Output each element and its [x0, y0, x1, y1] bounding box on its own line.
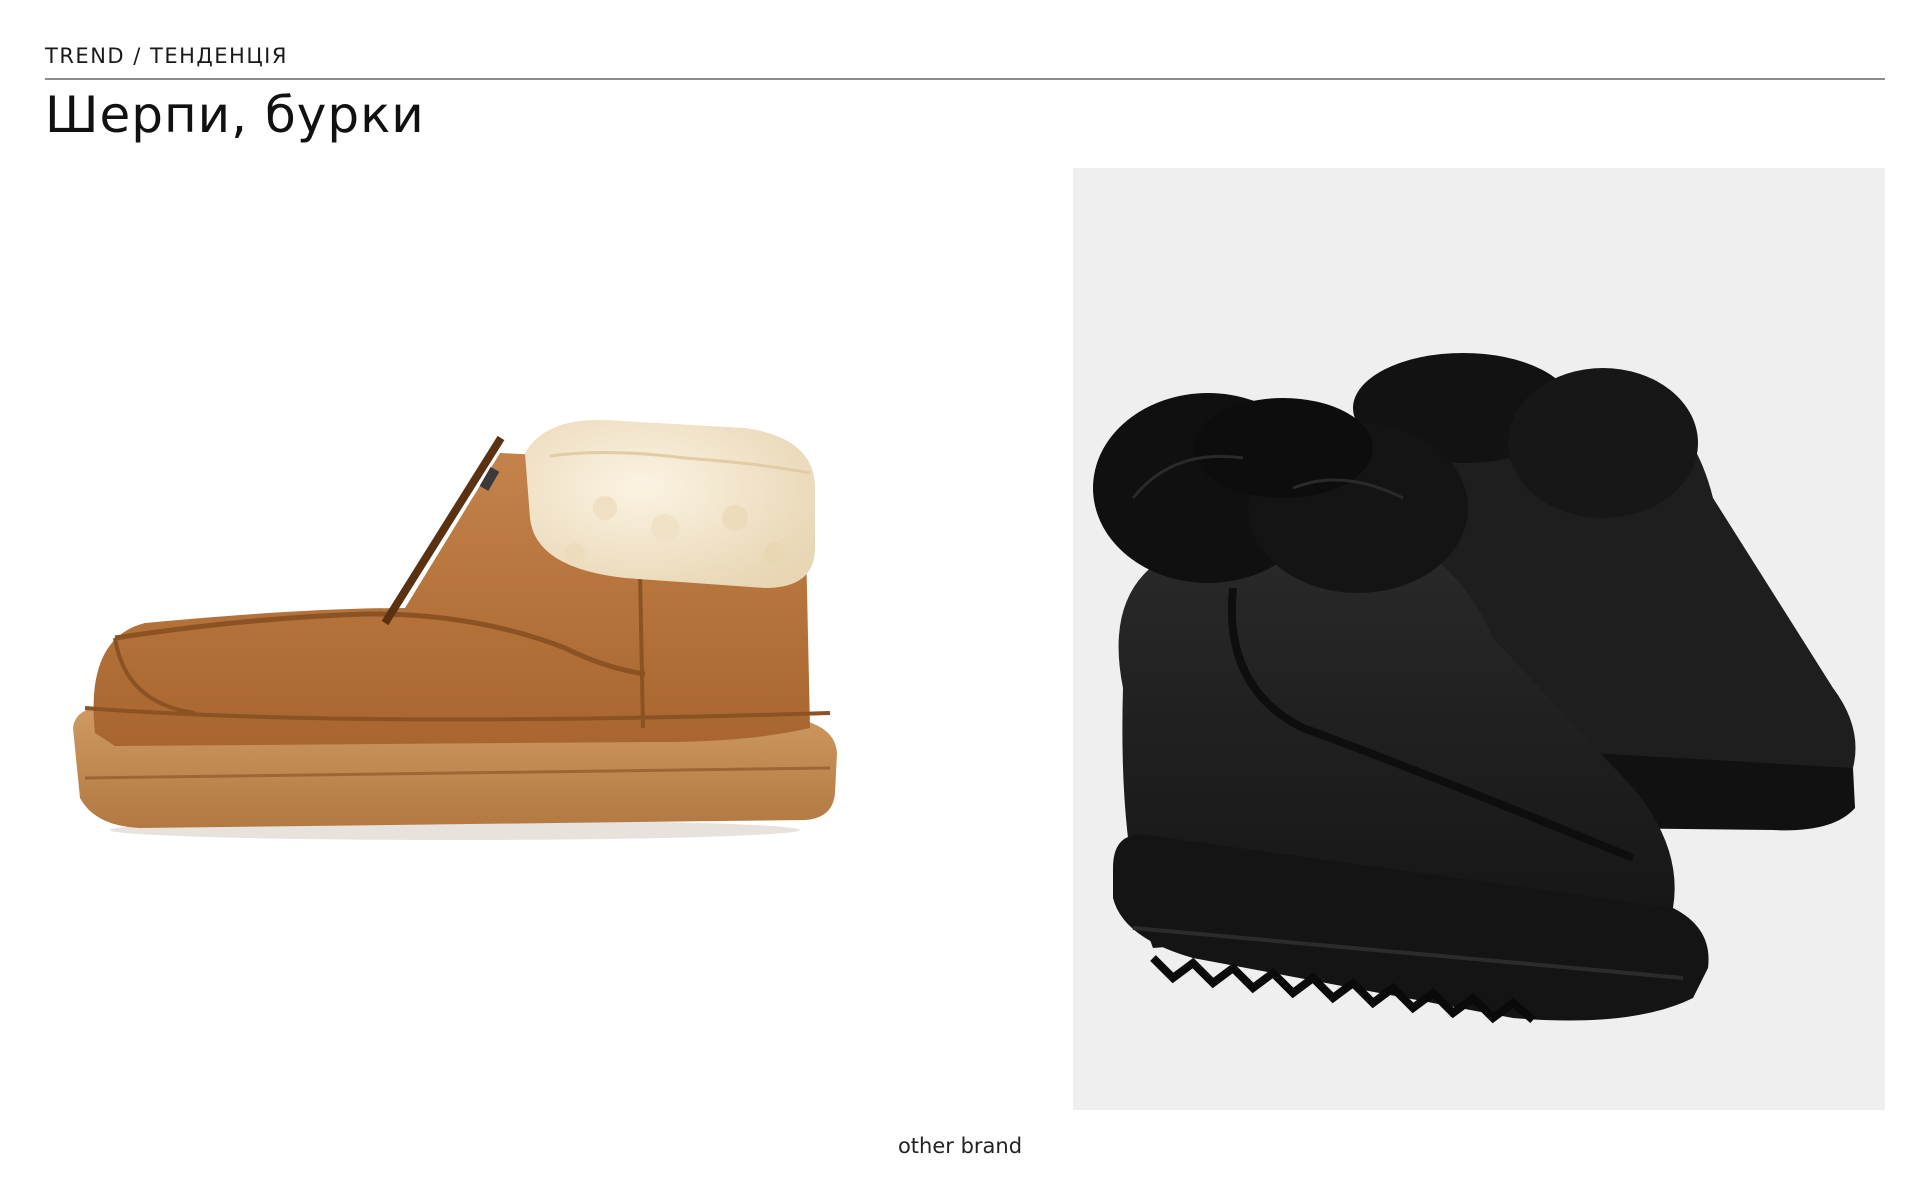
page-title: Шерпи, бурки	[45, 86, 425, 144]
image-caption: other brand	[897, 1134, 1023, 1158]
product-image-tan-boot	[45, 168, 875, 1108]
section-kicker: TREND / ТЕНДЕНЦІЯ	[45, 44, 288, 68]
product-image-black-boots	[1073, 168, 1885, 1110]
header-divider	[45, 78, 1885, 80]
